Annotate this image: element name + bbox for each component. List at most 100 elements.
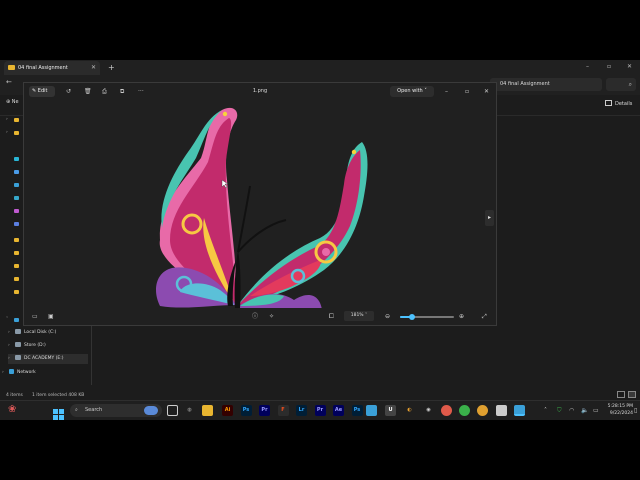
premiere-pro-icon[interactable]: Pr (259, 405, 270, 416)
lightroom-icon[interactable]: Lr (296, 405, 307, 416)
next-image-button[interactable]: ▸ (485, 210, 494, 226)
taskbar-clock[interactable]: 5:28:15 PM 9/22/2024 (603, 403, 633, 417)
minimize-icon[interactable]: – (445, 86, 448, 97)
nav-item-label: Network (17, 370, 36, 375)
explorer-search-box[interactable]: ⌕ (606, 78, 636, 91)
record-app-icon[interactable]: ◉ (423, 405, 434, 416)
pane-divider[interactable] (91, 325, 92, 385)
open-with-button[interactable]: Open with ˅ (390, 86, 434, 97)
file-explorer-icon[interactable] (202, 405, 213, 416)
folder-icon (14, 131, 19, 135)
back-arrow-icon[interactable]: ← (6, 78, 12, 86)
ai-enhance-icon[interactable]: ✧ (269, 311, 274, 322)
notification-icon[interactable]: ▯ (634, 405, 637, 416)
shield-icon[interactable]: ⛉ (557, 405, 562, 416)
taskbar-search[interactable]: ⌕ Search (70, 404, 162, 417)
folder-icon (14, 251, 19, 255)
close-icon[interactable]: ✕ (484, 86, 489, 97)
ai-app-icon[interactable]: Ai (222, 405, 233, 416)
premiere-pro-2-icon[interactable]: Pr (314, 405, 326, 416)
documents-icon (14, 183, 19, 187)
folder-icon (8, 65, 15, 70)
folder-icon (14, 118, 19, 122)
after-effects-icon[interactable]: Ae (333, 405, 344, 416)
photos-app-icon[interactable] (514, 405, 525, 416)
nav-expand-arrow[interactable]: ˅ (6, 315, 13, 325)
copilot-icon[interactable]: ◍ (184, 405, 195, 416)
maximize-icon[interactable]: ▫ (607, 60, 611, 73)
new-tab-icon[interactable]: + (108, 60, 115, 75)
figma-icon[interactable]: F (277, 405, 289, 416)
chevron-down-icon: ˅ (424, 88, 427, 94)
new-button-label: Ne (11, 99, 19, 105)
nav-expand-arrow[interactable]: › (6, 128, 13, 138)
address-path: 04 final Assignment (500, 81, 550, 87)
tab-close-icon[interactable]: ✕ (91, 61, 96, 75)
tiles-view-icon[interactable] (628, 391, 636, 398)
slideshow-icon[interactable]: ▣ (48, 311, 54, 322)
show-hidden-icons[interactable]: ˄ (544, 405, 547, 416)
pictures-icon (14, 196, 19, 200)
search-highlight-icon (144, 406, 158, 415)
details-button[interactable]: Details (605, 100, 632, 107)
explorer-tab[interactable]: 04 final Assignment ✕ (4, 61, 100, 75)
unreal-engine-icon[interactable]: U (385, 405, 396, 416)
maximize-icon[interactable]: ▫ (465, 86, 469, 97)
new-button[interactable]: ⊕ Ne (6, 99, 19, 105)
chevron-down-icon: ˅ (365, 313, 368, 318)
nav-expand-arrow[interactable]: › (6, 115, 13, 125)
nav-item-label: DC ACADEMY (E:) (24, 356, 64, 361)
zoom-slider[interactable] (400, 314, 454, 320)
taskbar-search-label: Search (85, 407, 103, 413)
wifi-icon[interactable]: ◠ (569, 405, 574, 416)
filmstrip-icon[interactable]: ▭ (32, 311, 38, 322)
music-icon (14, 209, 19, 213)
plus-circle-icon: ⊕ (6, 99, 11, 105)
folder-icon (14, 277, 19, 281)
chrome-icon[interactable] (441, 405, 452, 416)
explorer-tab-bar: 04 final Assignment ✕ + – ▫ ✕ (0, 60, 640, 75)
explorer-tab-title: 04 final Assignment (18, 65, 68, 71)
address-bar[interactable]: › 04 final Assignment (490, 78, 602, 91)
nav-item-store[interactable]: › Store (D:) (8, 341, 46, 351)
chevron-right-icon: › (8, 356, 10, 361)
photos-toolbar: ✎ Edit ↺ 🗑 ⎙ ⧉ ··· 1.png Open with ˅ – ▫… (24, 83, 496, 100)
nav-item-dc-academy[interactable]: › DC ACADEMY (E:) (8, 354, 88, 364)
zoom-slider-thumb[interactable] (409, 314, 416, 320)
search-icon: ⌕ (628, 81, 632, 88)
photos-bottom-bar: ▭ ▣ ⓘ ✧ ⧠ 181% ˅ ⊖ ⊕ ⤢ (24, 308, 496, 325)
photo-canvas[interactable]: ▸ (24, 100, 496, 308)
zoom-level-select[interactable]: 181% ˅ (344, 311, 374, 321)
folder-icon (14, 290, 19, 294)
details-pane-icon (605, 100, 612, 106)
widgets-icon[interactable]: ❀ (8, 403, 16, 417)
zoom-in-icon[interactable]: ⊕ (459, 311, 464, 322)
photoshop-icon[interactable]: Ps (240, 405, 252, 416)
store-app-icon[interactable] (366, 405, 377, 416)
folder-icon (14, 264, 19, 268)
fit-to-window-icon[interactable]: ⧠ (329, 311, 334, 322)
chrome-profile-2-icon[interactable] (477, 405, 488, 416)
chevron-right-icon: › (2, 370, 4, 375)
info-icon[interactable]: ⓘ (252, 311, 258, 322)
close-icon[interactable]: ✕ (627, 60, 632, 73)
chrome-profile-icon[interactable] (459, 405, 470, 416)
blender-icon[interactable]: ◐ (404, 405, 415, 416)
zoom-out-icon[interactable]: ⊖ (385, 311, 390, 322)
desktop-screen: 04 final Assignment ✕ + – ▫ ✕ ← › 04 fin… (0, 60, 640, 420)
nav-item-label: Local Disk (C:) (24, 330, 57, 335)
nav-item-network[interactable]: › Network (2, 368, 36, 378)
battery-icon[interactable]: ▭ (593, 405, 599, 416)
downloads-icon (14, 170, 19, 174)
volume-icon[interactable]: 🔈 (581, 405, 588, 416)
clock-time: 5:28:15 PM (607, 404, 633, 409)
nav-item-local-disk[interactable]: › Local Disk (C:) (8, 328, 56, 338)
task-view-icon[interactable] (167, 405, 178, 416)
minimize-icon[interactable]: – (586, 60, 589, 73)
calculator-icon[interactable] (496, 405, 507, 416)
windows-start-icon[interactable] (53, 405, 64, 420)
fullscreen-icon[interactable]: ⤢ (482, 311, 487, 322)
drive-icon (15, 329, 21, 334)
details-view-icon[interactable] (617, 391, 625, 398)
photoshop-2-icon[interactable]: Ps (351, 405, 363, 416)
